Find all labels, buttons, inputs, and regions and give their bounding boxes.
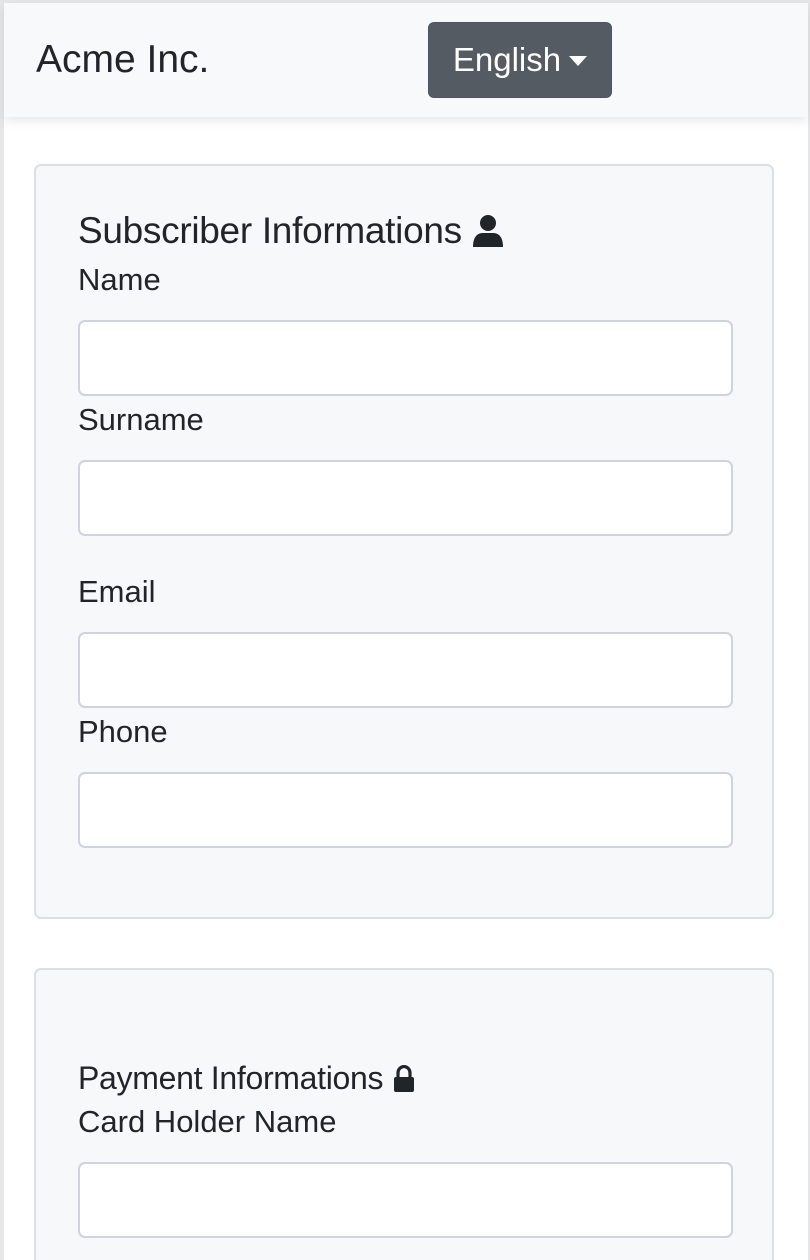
user-icon [472, 214, 504, 248]
subscriber-card: Subscriber Informations Name Surname Ema… [34, 164, 774, 919]
name-label: Name [78, 262, 161, 297]
subscriber-title: Subscriber Informations [78, 210, 504, 252]
payment-title-text: Payment Informations [78, 1060, 384, 1096]
email-label: Email [78, 574, 156, 609]
phone-input[interactable] [78, 772, 733, 848]
page: Acme Inc. English Subscriber Information… [0, 0, 810, 1260]
surname-label: Surname [78, 402, 204, 437]
lock-icon [393, 1064, 415, 1093]
surname-input[interactable] [78, 460, 733, 536]
brand-link[interactable]: Acme Inc. [36, 37, 209, 83]
name-input[interactable] [78, 320, 733, 396]
email-input[interactable] [78, 632, 733, 708]
language-label: English [452, 41, 562, 78]
caret-down-icon [569, 56, 588, 66]
language-dropdown-button[interactable]: English [428, 22, 612, 98]
payment-title: Payment Informations [78, 1060, 415, 1097]
payment-card: Payment Informations Card Holder Name [34, 968, 774, 1260]
subscriber-title-text: Subscriber Informations [78, 210, 462, 251]
navbar: Acme Inc. English [4, 3, 808, 117]
card-holder-name-input[interactable] [78, 1162, 733, 1238]
card-holder-name-label: Card Holder Name [78, 1104, 337, 1139]
phone-label: Phone [78, 714, 168, 749]
